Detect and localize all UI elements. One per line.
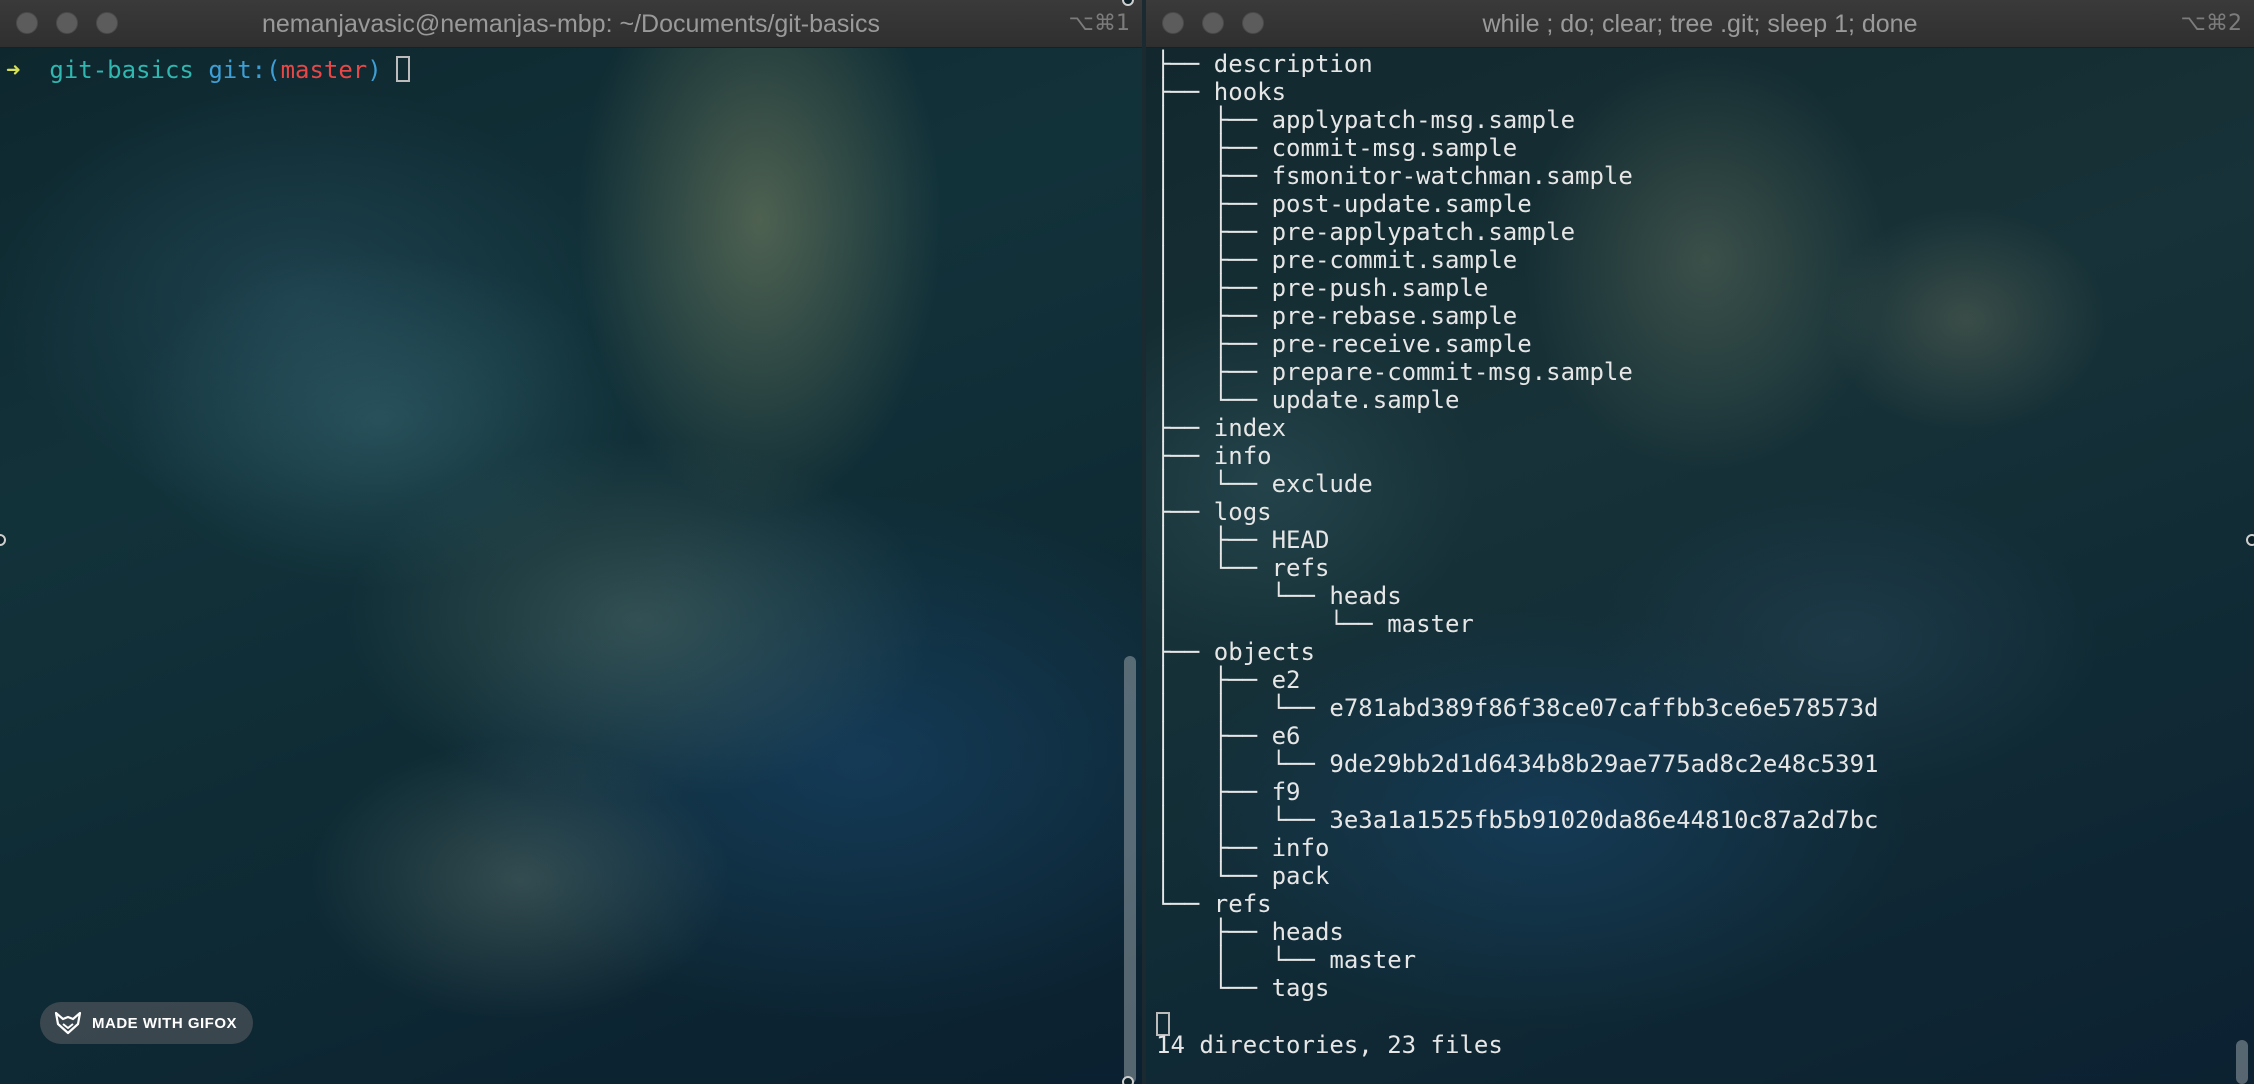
tree-line: │ ├── f9 <box>1156 778 1301 806</box>
tree-line: ├── hooks <box>1156 78 1287 106</box>
tree-line: │ ├── applypatch-msg.sample <box>1156 106 1576 134</box>
tree-line: ├── index <box>1156 414 1287 442</box>
tree-line: │ └── refs <box>1156 554 1330 582</box>
tree-line: │ ├── post-update.sample <box>1156 190 1532 218</box>
prompt-git-close: ) <box>367 56 382 84</box>
tree-line: │ ├── pre-applypatch.sample <box>1156 218 1576 246</box>
right-pane-title: while ; do; clear; tree .git; sleep 1; d… <box>1482 10 1918 38</box>
tree-line: │ ├── HEAD <box>1156 526 1330 554</box>
tree-line: └── refs <box>1156 890 1272 918</box>
tree-line: ├── heads <box>1156 918 1344 946</box>
left-pane-shortcut: ⌥⌘1 <box>1068 11 1130 36</box>
left-pane-title: nemanjavasic@nemanjas-mbp: ~/Documents/g… <box>261 10 880 38</box>
watermark-label: MADE WITH GIFOX <box>92 1014 237 1032</box>
tree-line: │ └── master <box>1156 610 1474 638</box>
tree-summary: 14 directories, 23 files <box>1156 1031 1503 1059</box>
right-terminal-pane[interactable]: while ; do; clear; tree .git; sleep 1; d… <box>1146 0 2254 1084</box>
left-pane-titlebar[interactable]: nemanjavasic@nemanjas-mbp: ~/Documents/g… <box>0 0 1142 48</box>
right-pane-shortcut: ⌥⌘2 <box>2180 11 2242 36</box>
tree-line: │ ├── info <box>1156 834 1330 862</box>
tree-line: │ ├── pre-push.sample <box>1156 274 1489 302</box>
tree-line: │ └── master <box>1156 946 1417 974</box>
tree-line: └── tags <box>1156 974 1330 1002</box>
tree-line: │ │ └── 3e3a1a1525fb5b91020da86e44810c87… <box>1156 806 1879 834</box>
tree-line: │ ├── commit-msg.sample <box>1156 134 1518 162</box>
gifox-watermark: MADE WITH GIFOX <box>40 1002 253 1044</box>
text-cursor <box>396 56 411 82</box>
right-terminal-content[interactable]: ├── description ├── hooks │ ├── applypatch… <box>1146 48 2254 1084</box>
tree-line: │ │ └── e781abd389f86f38ce07caffbb3ce6e5… <box>1156 694 1879 722</box>
right-pane-titlebar[interactable]: while ; do; clear; tree .git; sleep 1; d… <box>1146 0 2254 48</box>
tree-line: │ └── update.sample <box>1156 386 1460 414</box>
tree-line: │ ├── e2 <box>1156 666 1301 694</box>
tree-line: │ ├── e6 <box>1156 722 1301 750</box>
resize-handle-right[interactable] <box>2246 534 2254 546</box>
tree-line: ├── info <box>1156 442 1272 470</box>
resize-handle-bottom-left-pane[interactable] <box>1122 1076 1134 1084</box>
left-terminal-content[interactable]: ➜ git-basics git:(master) <box>0 48 1142 1084</box>
prompt-directory: git-basics <box>49 56 194 84</box>
right-pane-scrollbar[interactable] <box>2236 1040 2248 1084</box>
tree-line: ├── description <box>1156 50 1373 78</box>
left-terminal-pane[interactable]: nemanjavasic@nemanjas-mbp: ~/Documents/g… <box>0 0 1142 1084</box>
screen: nemanjavasic@nemanjas-mbp: ~/Documents/g… <box>0 0 2254 1084</box>
shell-prompt: ➜ git-basics git:(master) <box>6 52 411 88</box>
tree-line: ├── logs <box>1156 498 1272 526</box>
tree-line: │ └── heads <box>1156 582 1402 610</box>
tree-line: ├── objects <box>1156 638 1315 666</box>
left-pane-scrollbar[interactable] <box>1124 656 1136 1084</box>
tree-line: │ ├── pre-commit.sample <box>1156 246 1518 274</box>
fox-icon <box>54 1011 82 1035</box>
prompt-arrow-icon: ➜ <box>6 56 21 84</box>
tree-line: │ │ └── 9de29bb2d1d6434b8b29ae775ad8c2e4… <box>1156 750 1879 778</box>
tree-line: │ ├── prepare-commit-msg.sample <box>1156 358 1633 386</box>
tree-line: │ ├── fsmonitor-watchman.sample <box>1156 162 1633 190</box>
tree-line: │ └── pack <box>1156 862 1330 890</box>
tree-line: │ ├── pre-receive.sample <box>1156 330 1532 358</box>
tree-line: │ └── exclude <box>1156 470 1373 498</box>
prompt-git-label: git:( <box>208 56 281 84</box>
git-tree-output: ├── description ├── hooks │ ├── applypatch… <box>1156 50 1878 1002</box>
tree-line: │ ├── pre-rebase.sample <box>1156 302 1518 330</box>
prompt-branch: master <box>280 56 368 84</box>
